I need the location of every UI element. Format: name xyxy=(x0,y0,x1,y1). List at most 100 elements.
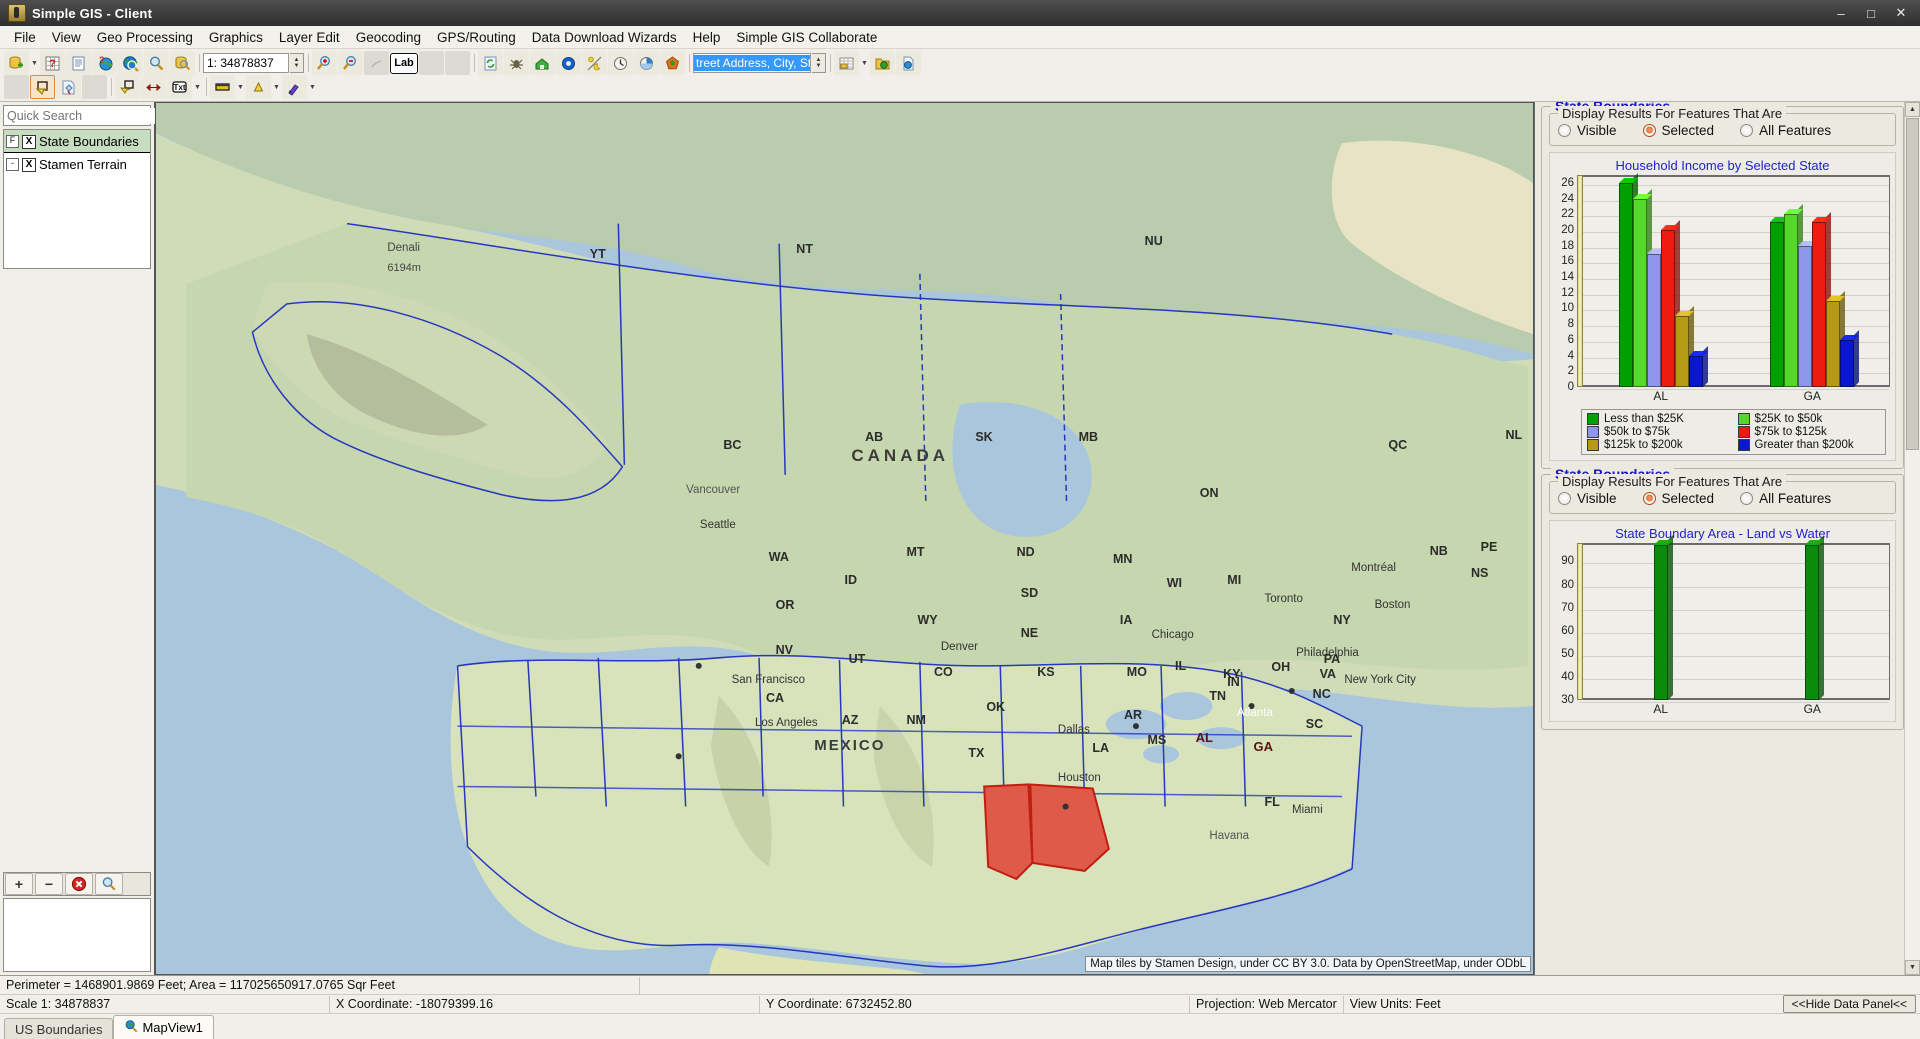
menu-gps-routing[interactable]: GPS/Routing xyxy=(429,28,524,47)
layer-visibility-checkbox[interactable]: X xyxy=(22,135,36,149)
zoom-to-layer-button[interactable] xyxy=(95,873,123,895)
chart-legend-item: $125k to $200k xyxy=(1587,439,1730,451)
identify-globe-icon[interactable]: ? xyxy=(92,51,117,75)
data-panel-scrollbar[interactable]: ▲ ▼ xyxy=(1904,102,1920,975)
chart-y-axis: 02468101214161820222426 xyxy=(1553,175,1577,405)
menu-view[interactable]: View xyxy=(44,28,89,47)
blue-ring-icon[interactable] xyxy=(556,51,581,75)
select-rectangle-icon[interactable] xyxy=(30,75,55,99)
radio-all-features[interactable]: All Features xyxy=(1740,123,1831,138)
attribute-table-icon[interactable]: ? xyxy=(40,51,65,75)
radio-selected[interactable]: Selected xyxy=(1643,491,1715,506)
menu-layer-edit[interactable]: Layer Edit xyxy=(271,28,348,47)
measure-distance-icon[interactable] xyxy=(141,75,166,99)
minimize-button[interactable]: – xyxy=(1826,2,1856,24)
bug-icon[interactable] xyxy=(504,51,529,75)
gps-marker-icon[interactable] xyxy=(660,51,685,75)
color-dropdown-icon[interactable]: ▼ xyxy=(308,76,317,98)
chart-land-vs-water[interactable]: State Boundary Area - Land vs Water 3040… xyxy=(1549,520,1896,722)
text-tool-dropdown-icon[interactable]: ▼ xyxy=(193,76,202,98)
blank-tool-2-icon[interactable] xyxy=(445,51,470,75)
scroll-down-arrow[interactable]: ▼ xyxy=(1905,960,1920,975)
scroll-up-arrow[interactable]: ▲ xyxy=(1905,102,1920,117)
select-polygon-icon[interactable] xyxy=(56,75,81,99)
hide-data-panel-button[interactable]: <<Hide Data Panel<< xyxy=(1783,995,1916,1013)
layer-item-state-boundaries[interactable]: F X State Boundaries xyxy=(4,130,150,153)
tab-mapview1[interactable]: MapView1 xyxy=(113,1015,213,1039)
chart-y-tick: 40 xyxy=(1561,671,1574,683)
maximize-button[interactable]: □ xyxy=(1856,2,1886,24)
add-layer-dropdown-icon[interactable]: ▼ xyxy=(30,52,39,74)
chart-legend-item: Less than $25K xyxy=(1587,413,1730,425)
tab-us-boundaries[interactable]: US Boundaries xyxy=(4,1018,113,1039)
zoom-in-icon[interactable] xyxy=(312,51,337,75)
time-zone-icon[interactable] xyxy=(634,51,659,75)
refresh-layer-icon[interactable] xyxy=(478,51,503,75)
remove-layer-button[interactable]: − xyxy=(35,873,63,895)
chart-bar-face xyxy=(1812,222,1826,387)
label-icon[interactable]: Lab xyxy=(390,53,418,74)
home-extent-icon[interactable] xyxy=(530,51,555,75)
select-box-icon[interactable] xyxy=(115,75,140,99)
symbol-style-icon[interactable] xyxy=(246,75,271,99)
address-spinner[interactable]: ▲▼ xyxy=(812,53,826,73)
add-layer-icon[interactable] xyxy=(4,51,29,75)
panel-state-boundaries-area: State Boundaries Display Results For Fea… xyxy=(1541,474,1904,730)
menu-data-download-wizards[interactable]: Data Download Wizards xyxy=(524,28,685,47)
find-data-icon[interactable] xyxy=(170,51,195,75)
menu-help[interactable]: Help xyxy=(685,28,729,47)
fill-style-dropdown-icon[interactable]: ▼ xyxy=(236,76,245,98)
layer-visibility-checkbox[interactable]: X xyxy=(22,158,36,172)
scroll-thumb[interactable] xyxy=(1906,118,1919,450)
select-none-icon[interactable] xyxy=(4,75,29,99)
export-web-icon[interactable] xyxy=(896,51,921,75)
fill-style-icon[interactable] xyxy=(210,75,235,99)
add-layer-button[interactable]: + xyxy=(5,873,33,895)
layer-expander-icon[interactable]: F xyxy=(6,135,19,148)
radio-all-features[interactable]: All Features xyxy=(1740,491,1831,506)
menu-geocoding[interactable]: Geocoding xyxy=(348,28,429,47)
address-input[interactable]: treet Address, City, State xyxy=(693,53,811,73)
menu-file[interactable]: File xyxy=(6,28,44,47)
menu-simple-gis-collaborate[interactable]: Simple GIS Collaborate xyxy=(728,28,885,47)
map-canvas[interactable] xyxy=(156,103,1533,975)
select-clear-icon[interactable] xyxy=(82,75,107,99)
menu-geo-processing[interactable]: Geo Processing xyxy=(89,28,201,47)
svg-text:?: ? xyxy=(99,55,105,65)
day-night-icon[interactable] xyxy=(582,51,607,75)
grid-table-icon[interactable] xyxy=(834,51,859,75)
map-view[interactable]: CANADA MEXICO Denali 6194m YT NT NU BC A… xyxy=(155,102,1534,975)
close-button[interactable]: ✕ xyxy=(1886,2,1916,24)
chart-legend: Less than $25K$25K to $50k$50k to $75k$7… xyxy=(1581,409,1886,455)
layer-expander-icon[interactable]: - xyxy=(6,158,19,171)
scale-spinner[interactable]: ▲▼ xyxy=(290,53,304,73)
radio-visible[interactable]: Visible xyxy=(1558,491,1617,506)
layer-notes-box[interactable] xyxy=(3,898,151,972)
clock-icon[interactable] xyxy=(608,51,633,75)
chart-bar xyxy=(1840,340,1854,387)
radio-selected[interactable]: Selected xyxy=(1643,123,1715,138)
quick-search-box[interactable] xyxy=(3,105,151,126)
toolbar-row-2: Txt ▼ ▼ ▼ ▼ xyxy=(4,75,1920,99)
globe-zoom-icon[interactable] xyxy=(118,51,143,75)
open-project-icon[interactable] xyxy=(870,51,895,75)
legend-icon[interactable] xyxy=(66,51,91,75)
pan-icon[interactable] xyxy=(364,51,389,75)
grid-dropdown-icon[interactable]: ▼ xyxy=(860,52,869,74)
delete-layer-button[interactable] xyxy=(65,873,93,895)
chart-legend-label: Less than $25K xyxy=(1604,413,1684,425)
blank-tool-1-icon[interactable] xyxy=(419,51,444,75)
chart-household-income[interactable]: Household Income by Selected State 02468… xyxy=(1549,152,1896,461)
layer-item-stamen-terrain[interactable]: - X Stamen Terrain xyxy=(4,153,150,175)
symbol-dropdown-icon[interactable]: ▼ xyxy=(272,76,281,98)
color-picker-icon[interactable] xyxy=(282,75,307,99)
zoom-out-icon[interactable] xyxy=(338,51,363,75)
chart-title: Household Income by Selected State xyxy=(1553,158,1892,173)
layer-list[interactable]: F X State Boundaries - X Stamen Terrain xyxy=(3,129,151,269)
zoom-tool-icon[interactable] xyxy=(144,51,169,75)
search-input[interactable] xyxy=(4,108,170,124)
scale-input[interactable]: 1: 34878837 xyxy=(203,53,289,73)
radio-visible[interactable]: Visible xyxy=(1558,123,1617,138)
menu-graphics[interactable]: Graphics xyxy=(201,28,271,47)
text-tool-icon[interactable]: Txt xyxy=(167,75,192,99)
